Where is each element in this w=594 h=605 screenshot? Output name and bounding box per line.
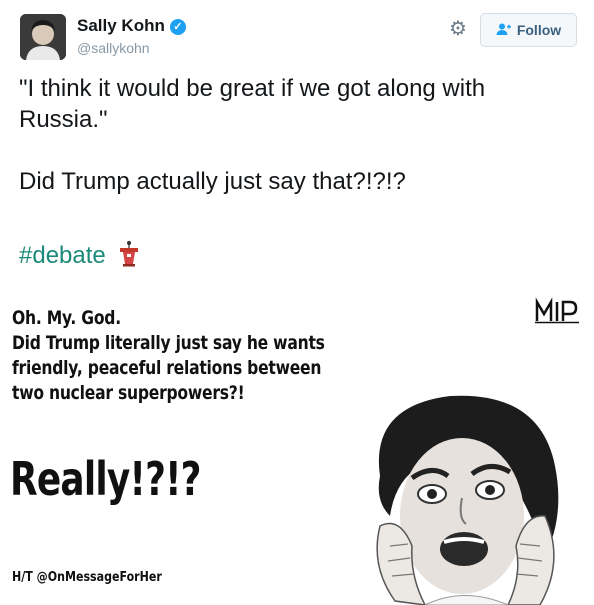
- follow-button[interactable]: Follow: [480, 13, 577, 47]
- screaming-woman-illustration: [376, 395, 559, 605]
- meme-credit: H/T @OnMessageForHer: [12, 570, 162, 585]
- podium-icon: [118, 241, 140, 274]
- author-handle[interactable]: @sallykohn: [77, 40, 150, 56]
- hashtag-debate[interactable]: #debate: [19, 241, 140, 274]
- add-person-icon: [496, 23, 511, 38]
- meme-image: Oh. My. God. Did Trump literally just sa…: [0, 290, 594, 605]
- gear-icon[interactable]: ⚙: [447, 18, 469, 40]
- meme-line: two nuclear superpowers?!: [12, 382, 245, 404]
- meme-exclamation: Really!?!?: [10, 452, 202, 506]
- avatar-photo: [20, 14, 66, 60]
- meme-line: Did Trump literally just say he wants: [12, 332, 325, 354]
- verified-badge-icon: ✓: [169, 19, 186, 35]
- meme-line: friendly, peaceful relations between: [12, 357, 322, 379]
- mip-logo-icon: [535, 297, 579, 324]
- follow-label: Follow: [516, 22, 562, 38]
- tweet-card: Sally Kohn ✓ @sallykohn ⚙ Follow "I think…: [0, 0, 594, 290]
- author-name-text: Sally Kohn: [77, 16, 165, 35]
- avatar[interactable]: [20, 14, 66, 60]
- meme-line: Oh. My. God.: [12, 307, 121, 329]
- tweet-text: "I think it would be great if we got alo…: [19, 75, 486, 195]
- meme-caption: Oh. My. God. Did Trump literally just sa…: [12, 306, 356, 406]
- author-name[interactable]: Sally Kohn ✓: [77, 16, 186, 36]
- hashtag-text: #debate: [19, 242, 106, 269]
